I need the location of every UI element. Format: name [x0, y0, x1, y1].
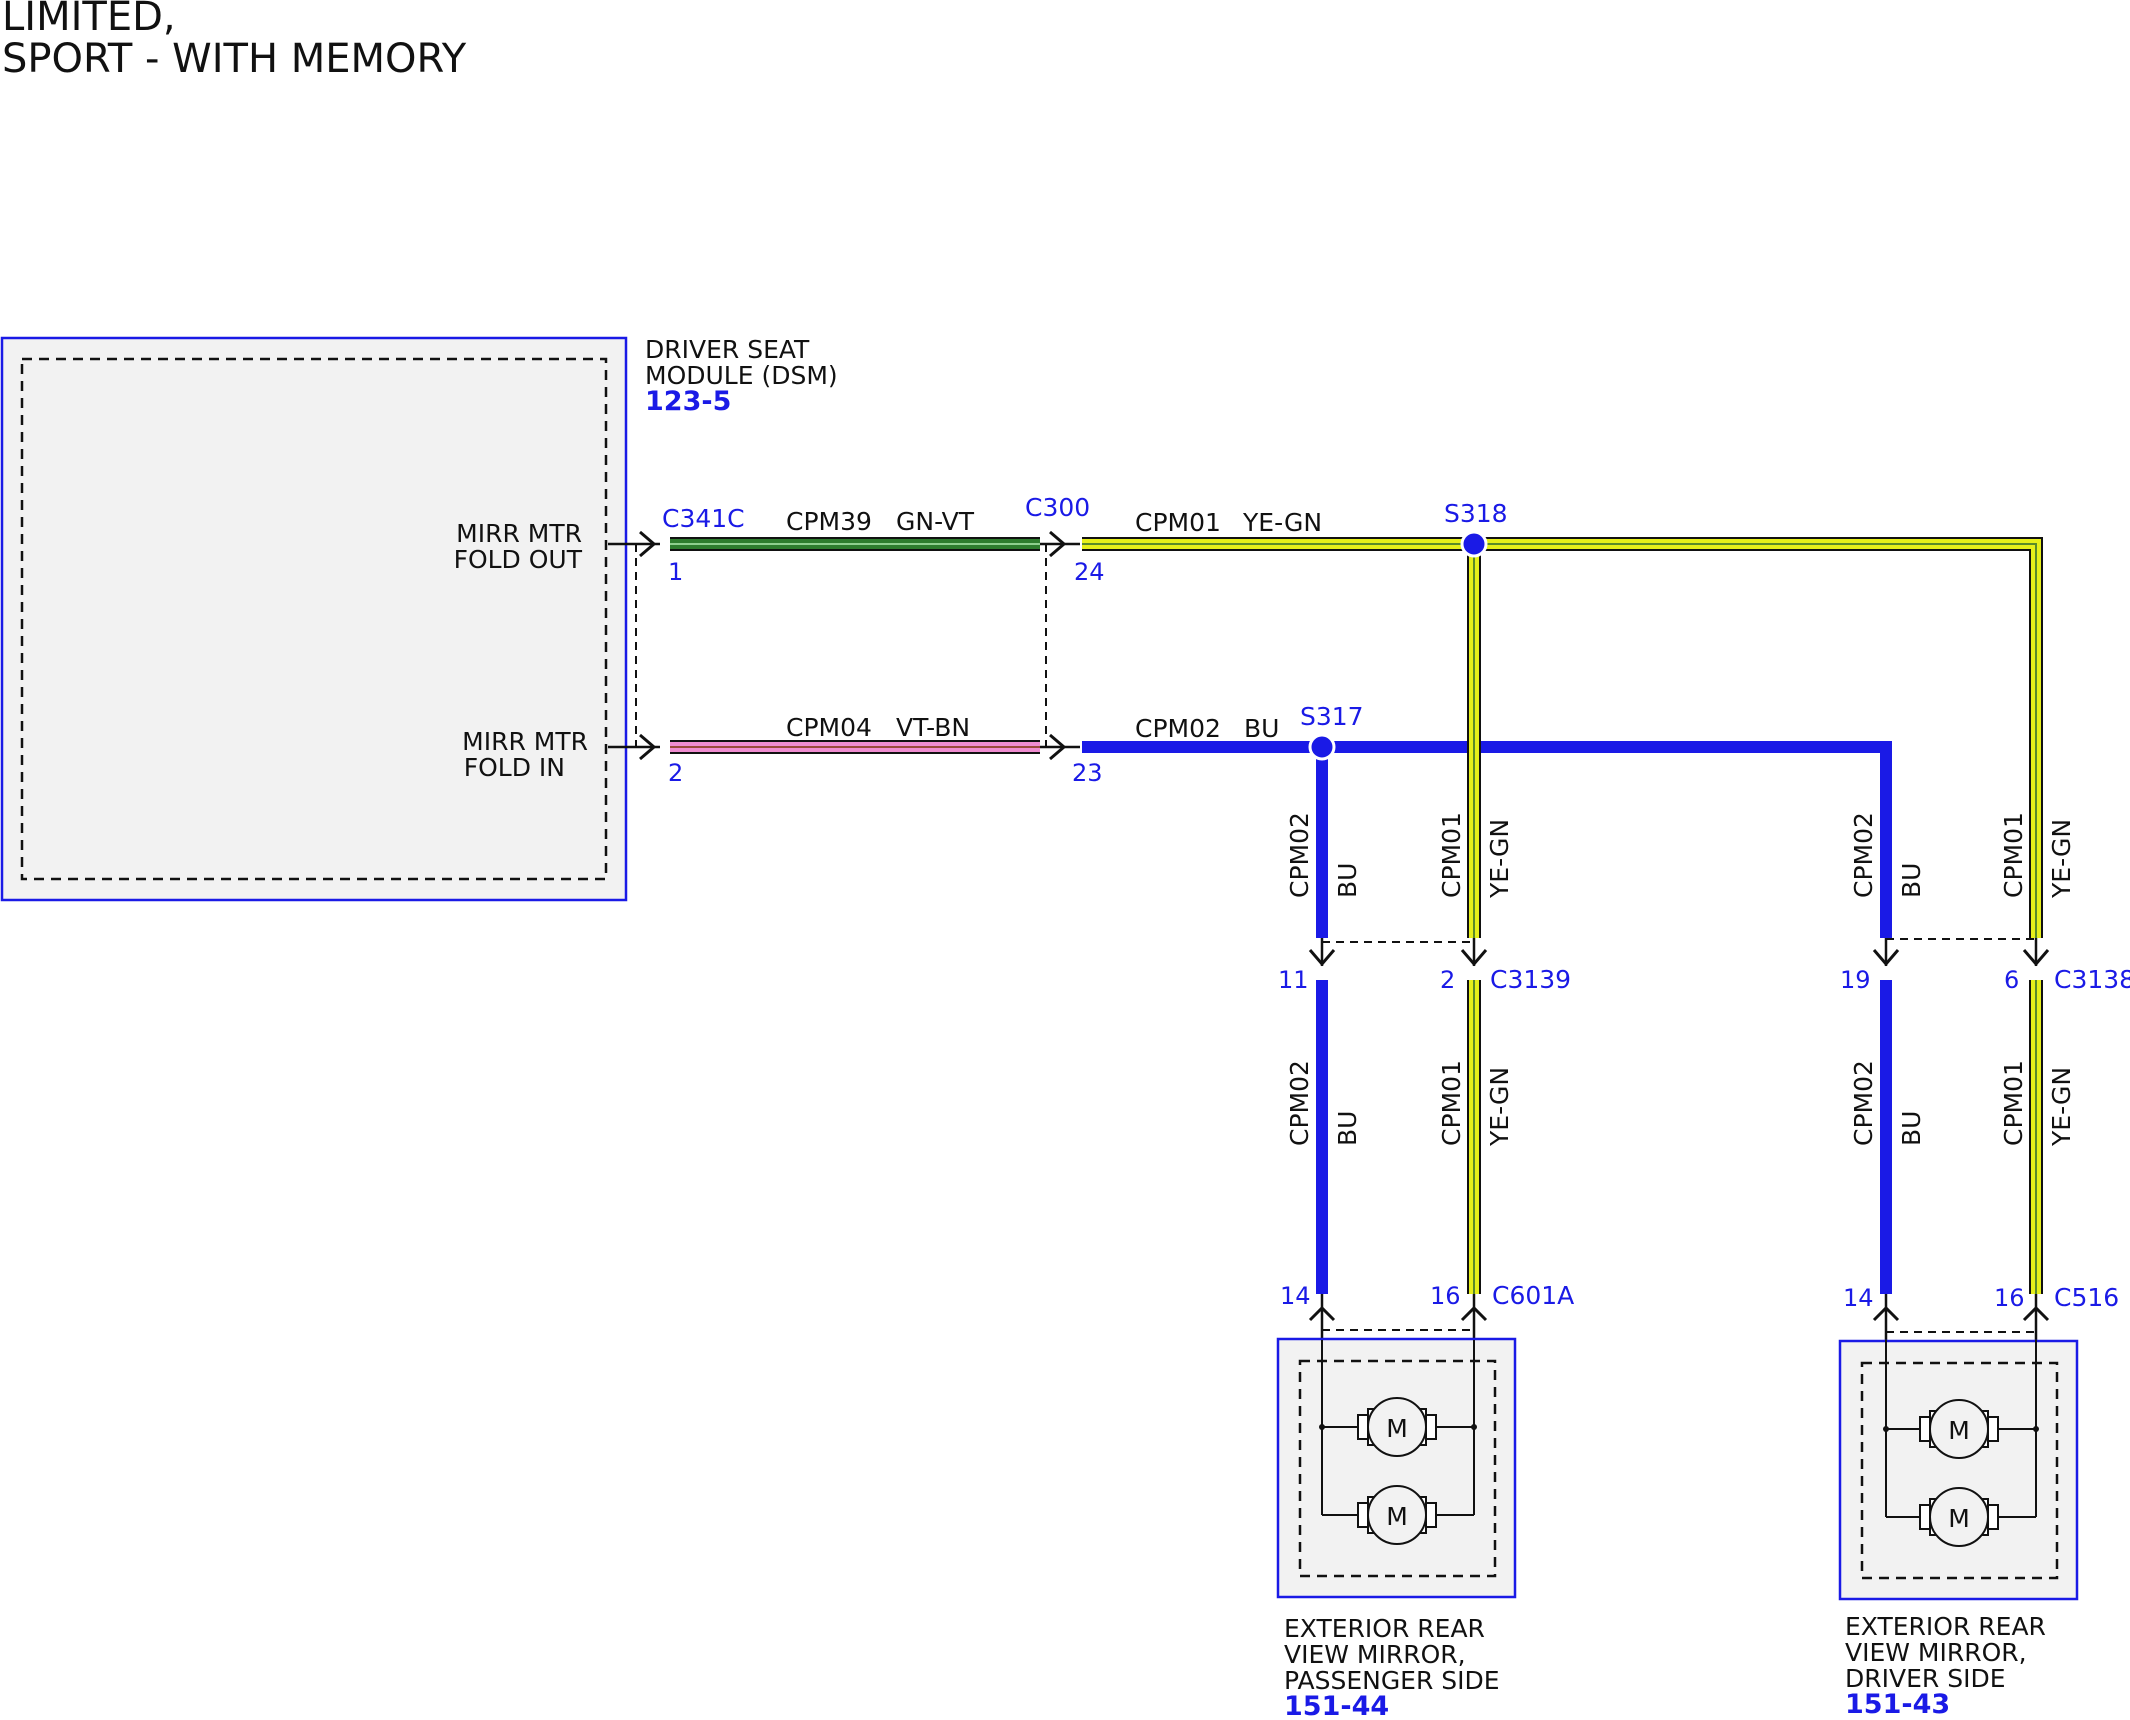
c3139-pin-2: 2 — [1440, 966, 1455, 994]
dsm-name-line-1: DRIVER SEAT — [645, 335, 810, 364]
c300-pin-24: 24 — [1074, 558, 1105, 586]
c516-label: C516 — [2054, 1283, 2119, 1312]
c3138-pin-6: 6 — [2004, 966, 2019, 994]
s317-label: S317 — [1300, 702, 1364, 731]
c3138-label: C3138 — [2054, 965, 2130, 994]
label-cpm01-p-upper: CPM01 — [1437, 812, 1466, 898]
c341c-pin-2: 2 — [668, 759, 683, 787]
mirror-driver-name-line-1: EXTERIOR REAR — [1845, 1612, 2046, 1641]
vertical-wire-labels-lower: CPM02 BU CPM01 YE-GN CPM02 BU CPM01 YE-G… — [1285, 1060, 2076, 1147]
motor-label: M — [1948, 1504, 1970, 1533]
c341c-pin-1: 1 — [668, 558, 683, 586]
dsm-pin-fold-out-line-2: FOLD OUT — [454, 545, 583, 574]
motor-label: M — [1386, 1414, 1408, 1443]
cpm39-color: GN-VT — [896, 507, 975, 536]
label-bu-d-lower: BU — [1897, 1111, 1926, 1146]
c300-label: C300 — [1025, 493, 1090, 522]
wire-cpm01: CPM01 YE-GN — [1082, 508, 2043, 938]
label-yegn-p-upper: YE-GN — [1485, 819, 1514, 899]
mirror-driver-ref[interactable]: 151-43 — [1845, 1689, 1950, 1720]
label-cpm02-d-upper: CPM02 — [1849, 812, 1878, 898]
dsm-ref[interactable]: 123-5 — [645, 386, 731, 417]
cpm02-color: BU — [1244, 714, 1279, 743]
cpm02-id: CPM02 — [1135, 714, 1221, 743]
cpm01-id: CPM01 — [1135, 508, 1221, 537]
mirror-passenger-name-line-1: EXTERIOR REAR — [1284, 1614, 1485, 1643]
label-yegn-p-lower: YE-GN — [1485, 1067, 1514, 1147]
label-yegn-d-upper: YE-GN — [2047, 819, 2076, 899]
mirror-passenger-name-line-2: VIEW MIRROR, — [1284, 1640, 1466, 1669]
motor-label: M — [1386, 1502, 1408, 1531]
cpm01-color: YE-GN — [1242, 508, 1322, 537]
label-bu-p-lower: BU — [1333, 1111, 1362, 1146]
dsm-pin-fold-in-line-1: MIRR MTR — [462, 727, 588, 756]
mirror-driver-side: M M EXTERIOR REAR VIEW MIRROR, DRIVER SI… — [1838, 1339, 2079, 1720]
c3139-label: C3139 — [1490, 965, 1571, 994]
cpm39-id: CPM39 — [786, 507, 872, 536]
label-cpm02-p-upper: CPM02 — [1285, 812, 1314, 898]
c300-pin-23: 23 — [1072, 759, 1103, 787]
driver-seat-module: DRIVER SEAT MODULE (DSM) 123-5 MIRR MTR … — [0, 335, 838, 902]
title-line-1: LIMITED, — [2, 0, 176, 40]
label-cpm01-p-lower: CPM01 — [1437, 1060, 1466, 1146]
wire-cpm04: CPM04 VT-BN — [670, 713, 1040, 754]
c516-pin-16: 16 — [1994, 1284, 2025, 1312]
mirror-driver-name-line-2: VIEW MIRROR, — [1845, 1638, 2027, 1667]
c3139-pin-11: 11 — [1278, 966, 1309, 994]
dsm-pin-fold-in-line-2: FOLD IN — [464, 753, 565, 782]
c601a-pin-14: 14 — [1280, 1282, 1311, 1310]
label-bu-p-upper: BU — [1333, 863, 1362, 898]
motor-label: M — [1948, 1416, 1970, 1445]
vertical-wire-labels-upper: CPM02 BU CPM01 YE-GN CPM02 BU CPM01 YE-G… — [1285, 812, 2076, 899]
cpm04-id: CPM04 — [786, 713, 872, 742]
s318-label: S318 — [1444, 499, 1508, 528]
label-cpm01-d-lower: CPM01 — [1999, 1060, 2028, 1146]
mirror-passenger-ref[interactable]: 151-44 — [1284, 1691, 1389, 1720]
label-cpm02-p-lower: CPM02 — [1285, 1060, 1314, 1146]
title-line-2: SPORT - WITH MEMORY — [2, 36, 467, 82]
label-cpm02-d-lower: CPM02 — [1849, 1060, 1878, 1146]
dsm-pin-fold-out-line-1: MIRR MTR — [456, 519, 582, 548]
cpm04-color: VT-BN — [896, 713, 970, 742]
c516-pin-14: 14 — [1843, 1284, 1874, 1312]
c601a-pin-16: 16 — [1430, 1282, 1461, 1310]
c601a-label: C601A — [1492, 1281, 1574, 1310]
label-bu-d-upper: BU — [1897, 863, 1926, 898]
wiring-diagram: LIMITED, SPORT - WITH MEMORY DRIVER SEAT… — [0, 0, 2130, 1720]
lower-wire-segments — [1316, 980, 2043, 1294]
wire-cpm02: CPM02 BU — [1082, 714, 1892, 938]
label-cpm01-d-upper: CPM01 — [1999, 812, 2028, 898]
c3138-pin-19: 19 — [1840, 966, 1871, 994]
c341c-label: C341C — [662, 504, 745, 533]
label-yegn-d-lower: YE-GN — [2047, 1067, 2076, 1147]
mirror-passenger-side: M M EXTERIOR REAR VIEW MIRROR, PASSENGER… — [1276, 1337, 1517, 1720]
